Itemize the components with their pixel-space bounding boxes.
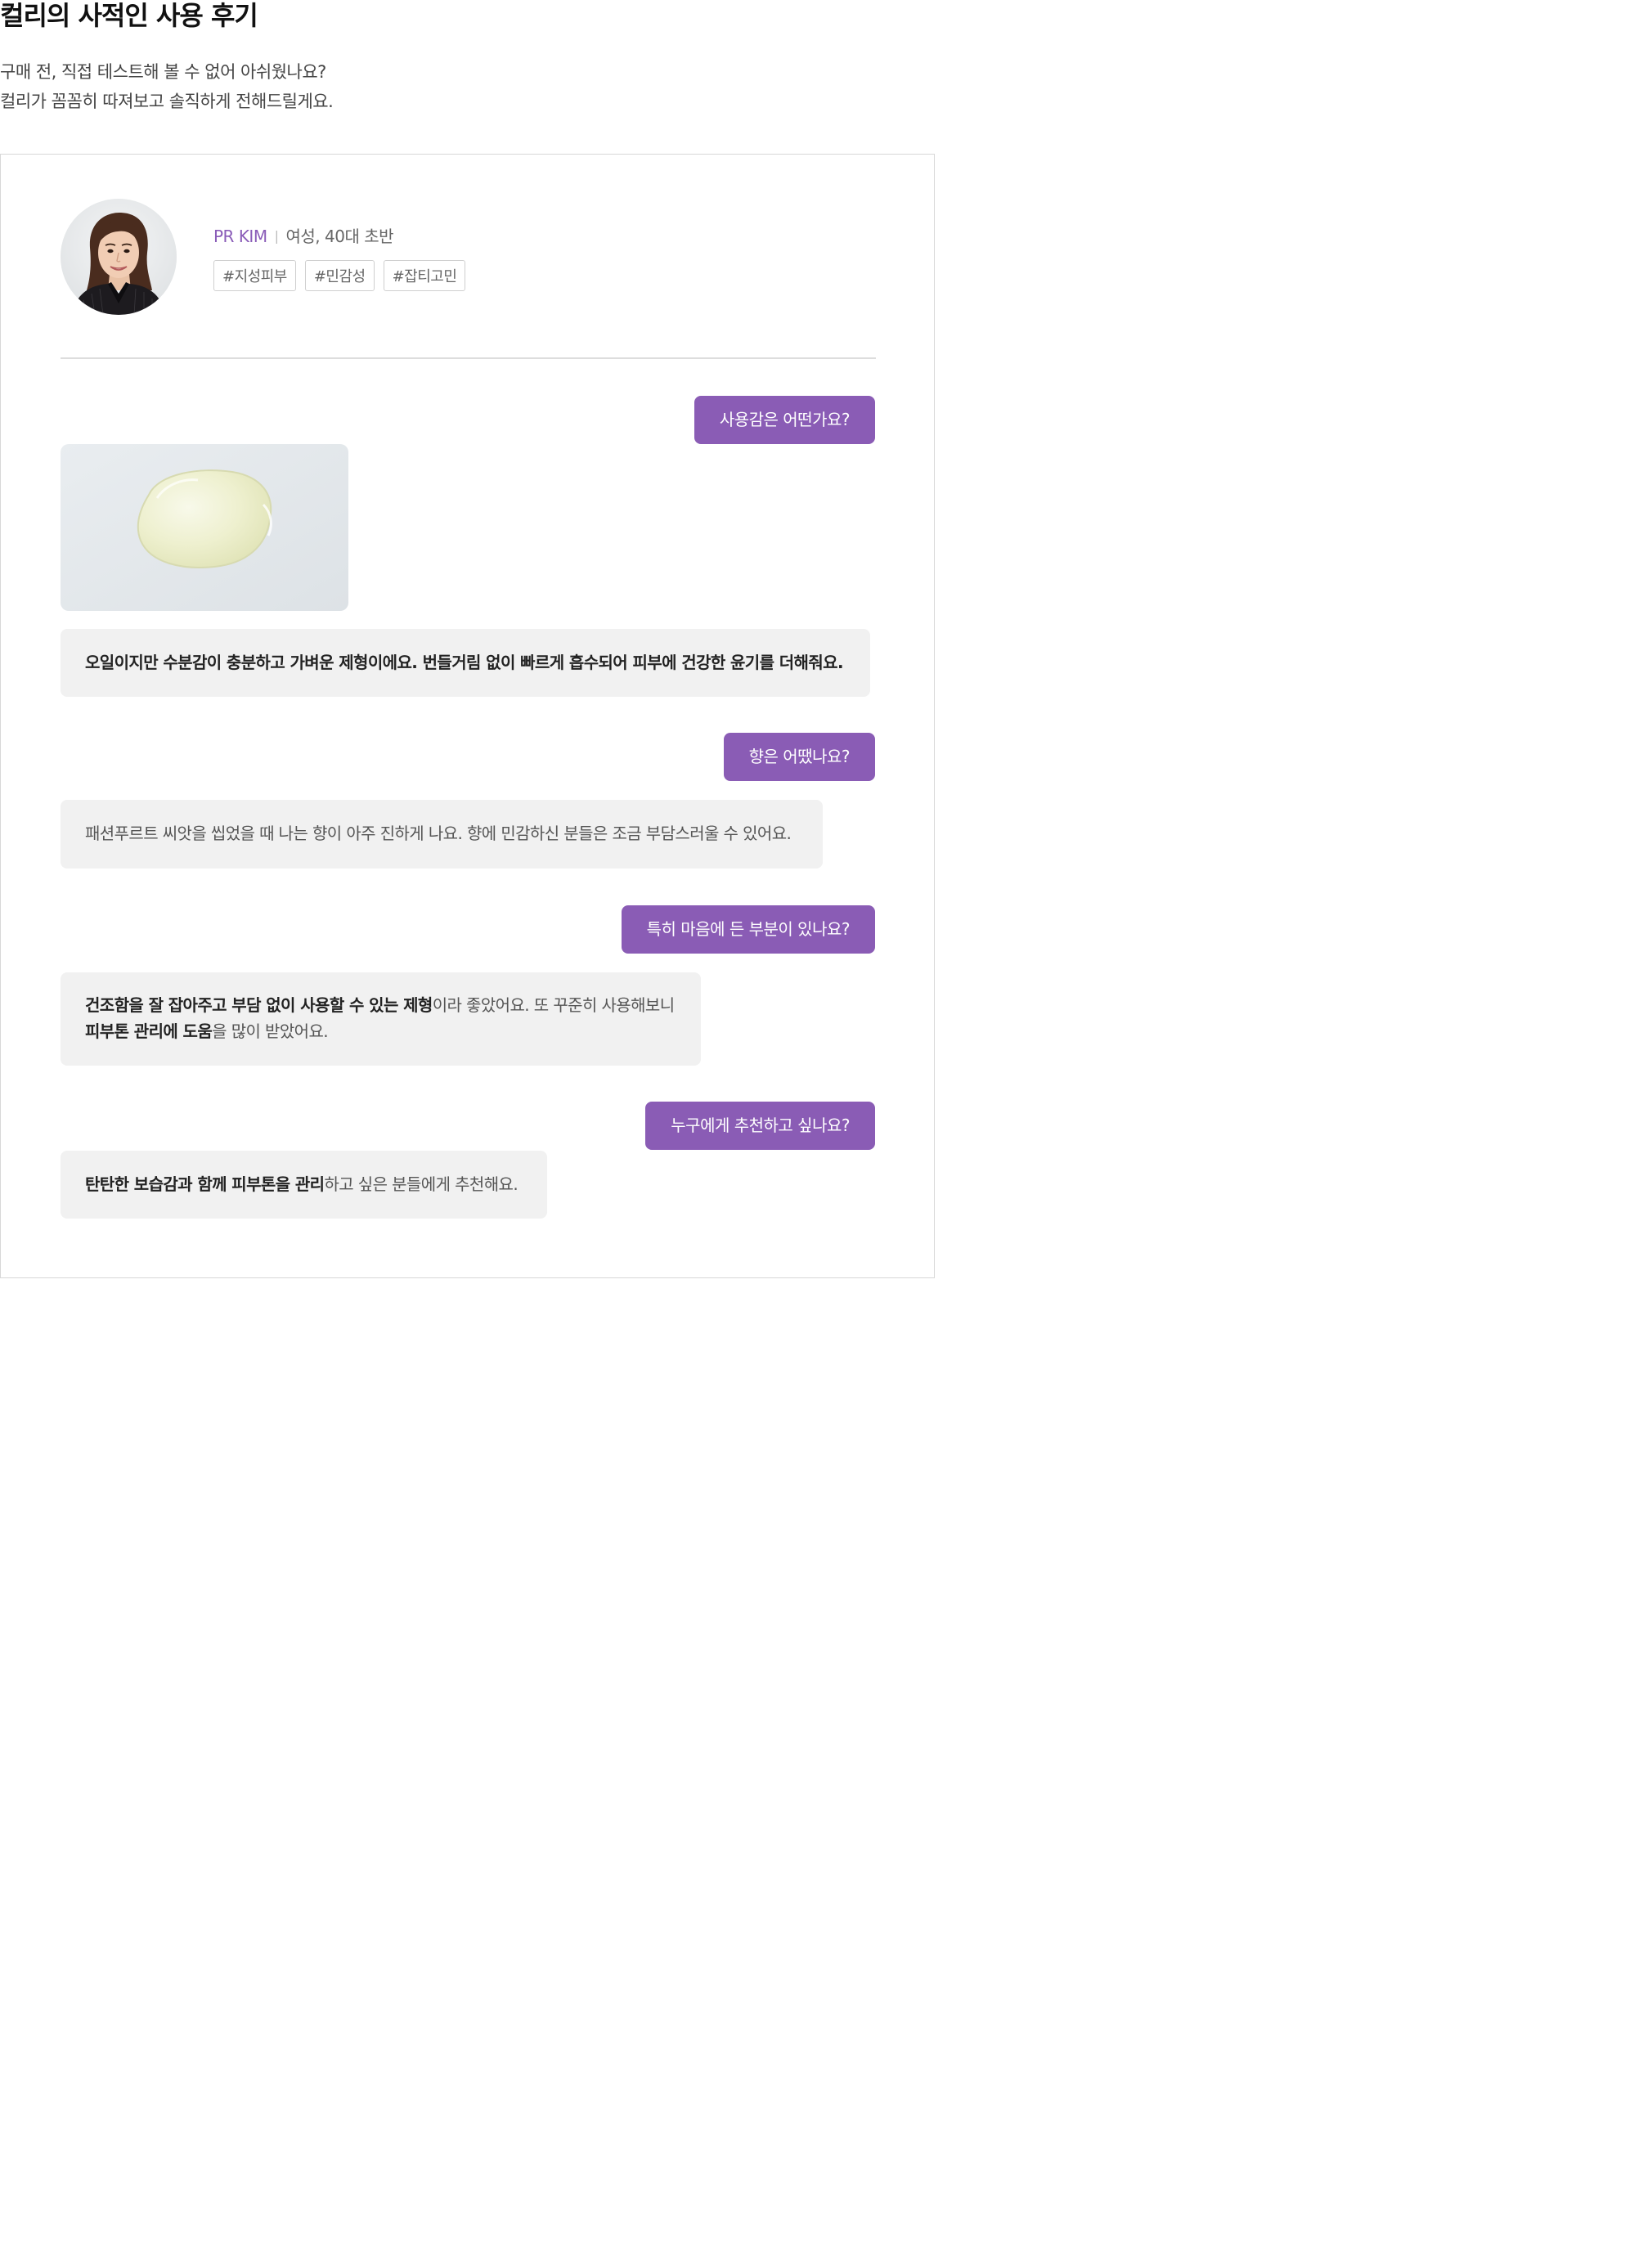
reviewer-avatar <box>61 199 177 315</box>
answer-bubble: 건조함을 잘 잡아주고 부담 없이 사용할 수 있는 제형이라 좋았어요. 또 … <box>61 972 701 1066</box>
oil-texture-image <box>61 444 348 611</box>
skin-tag: #지성피부 <box>213 260 296 291</box>
review-page: 컬리의 사적인 사용 후기 구매 전, 직접 테스트해 볼 수 없어 아쉬웠나요… <box>0 0 935 1282</box>
skin-tag: #민감성 <box>304 260 375 291</box>
reviewer-separator: | <box>274 228 279 244</box>
page-title: 컬리의 사적인 사용 후기 <box>0 0 258 31</box>
answer-bubble: 탄탄한 보습감과 함께 피부톤을 관리하고 싶은 분들에게 추천해요. <box>61 1151 547 1219</box>
answer-text: 오일이지만 수분감이 충분하고 가벼운 제형이에요. 번들거림 없이 빠르게 흡… <box>85 653 844 672</box>
reviewer-name: PR KIM <box>213 227 267 246</box>
answer-text: 이라 좋았어요. 또 꾸준히 사용해보니 <box>432 995 675 1015</box>
skin-tag: #잡티고민 <box>383 260 466 291</box>
intro-line: 구매 전, 직접 테스트해 볼 수 없어 아쉬웠나요? <box>0 62 326 82</box>
answer-emphasis: 피부톤 관리에 도움 <box>85 1021 213 1041</box>
reviewer-profile: PR KIM | 여성, 40대 초반 #지성피부 #민감성 #잡티고민 <box>61 199 877 315</box>
answer-text: 패션푸르트 씨앗을 씹었을 때 나는 향이 아주 진하게 나요. 향에 민감하신… <box>85 824 792 843</box>
skin-tag-list: #지성피부 #민감성 #잡티고민 <box>213 260 466 291</box>
question-bubble: 누구에게 추천하고 싶나요? <box>645 1102 875 1150</box>
question-bubble: 특히 마음에 든 부분이 있나요? <box>621 905 875 954</box>
answer-emphasis: 건조함을 잘 잡아주고 부담 없이 사용할 수 있는 제형 <box>85 995 433 1015</box>
answer-emphasis: 탄탄한 보습감과 함께 피부톤을 관리 <box>85 1174 325 1194</box>
reviewer-meta: PR KIM | 여성, 40대 초반 <box>213 223 394 247</box>
reviewer-demographic: 여성, 40대 초반 <box>285 227 394 246</box>
review-card: PR KIM | 여성, 40대 초반 #지성피부 #민감성 #잡티고민 사용감은 … <box>0 154 935 1278</box>
product-texture-photo <box>61 444 348 611</box>
reviewer-portrait-image <box>61 199 177 315</box>
answer-text: 하고 싶은 분들에게 추천해요. <box>324 1174 518 1194</box>
profile-divider <box>61 357 876 359</box>
answer-bubble: 패션푸르트 씨앗을 씹었을 때 나는 향이 아주 진하게 나요. 향에 민감하신… <box>61 800 823 869</box>
question-bubble: 사용감은 어떤가요? <box>694 396 875 444</box>
intro-text: 구매 전, 직접 테스트해 볼 수 없어 아쉬웠나요? 컬리가 꼼꼼히 따져보고… <box>0 57 334 116</box>
answer-text: 을 많이 받았어요. <box>212 1021 329 1041</box>
question-bubble: 향은 어땠나요? <box>723 733 875 781</box>
answer-bubble: 오일이지만 수분감이 충분하고 가벼운 제형이에요. 번들거림 없이 빠르게 흡… <box>61 629 870 697</box>
intro-line: 컬리가 꼼꼼히 따져보고 솔직하게 전해드릴게요. <box>0 92 334 111</box>
